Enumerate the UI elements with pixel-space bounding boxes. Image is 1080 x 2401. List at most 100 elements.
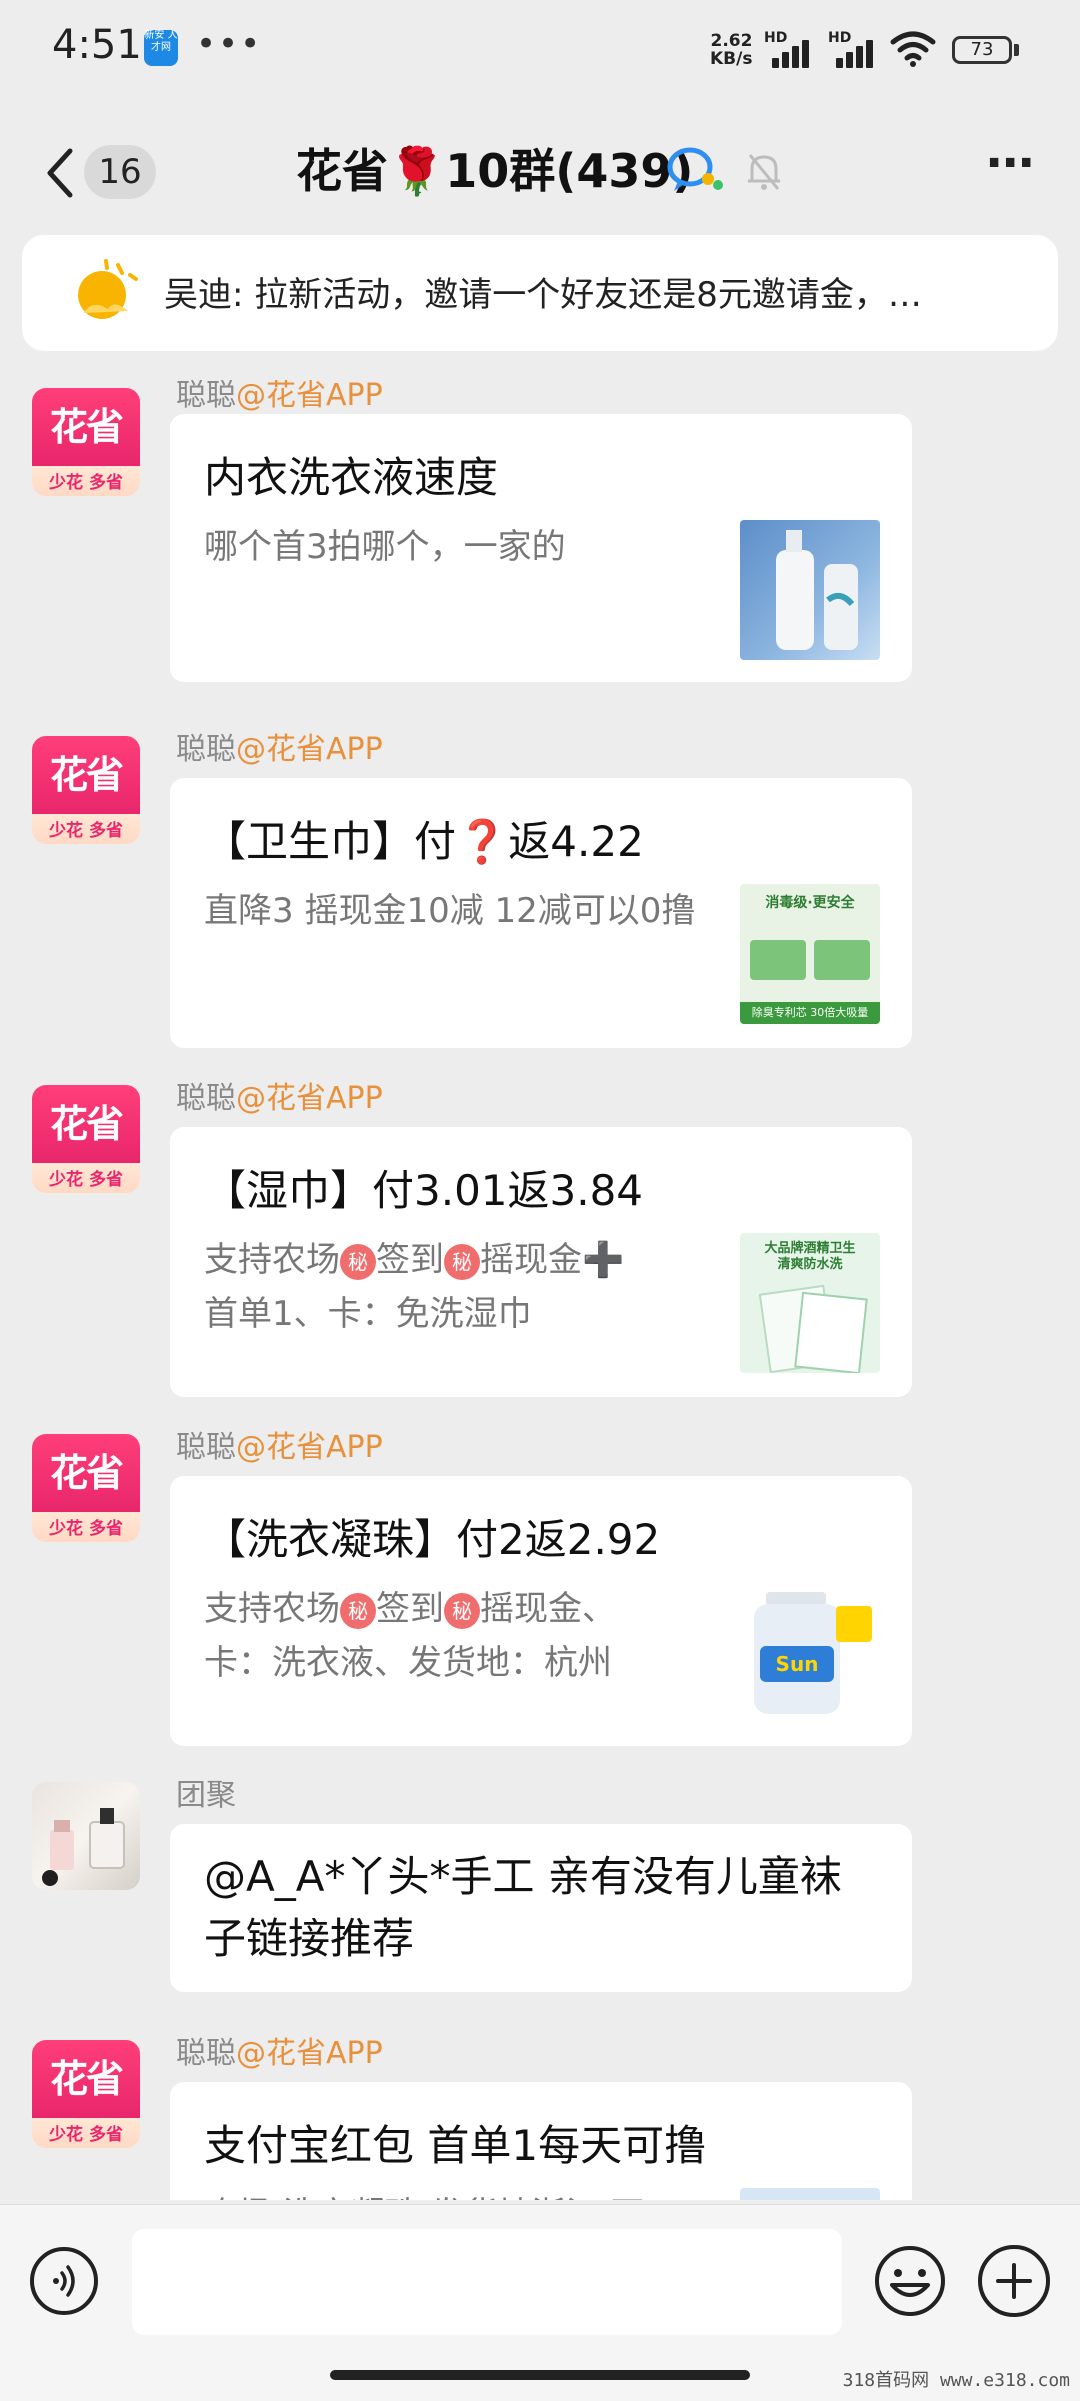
avatar-tagline: 少花 多省 <box>49 1170 123 1190</box>
card-title: 【洗衣凝珠】付2返2.92 <box>204 1515 661 1564</box>
product-image[interactable]: 消毒级·更安全 除臭专利芯 30倍大吸量 <box>740 884 880 1024</box>
voice-input-button[interactable] <box>30 2247 98 2315</box>
wifi-icon <box>890 31 936 67</box>
sender-at-mention: @花省APP <box>236 1430 383 1465</box>
pad-pack-right <box>814 940 870 980</box>
avatar-logo: 花省 <box>49 1102 124 1146</box>
sender-avatar[interactable]: 花省 少花 多省 <box>32 1085 140 1193</box>
battery-icon: 73 <box>952 36 1012 64</box>
jug-promo-tag <box>836 1606 872 1642</box>
card-description: 农场 洗衣凝珠 发货地浙江 不 <box>204 2188 704 2200</box>
secret-icon: 秘 <box>340 1593 376 1629</box>
mute-bell-icon[interactable] <box>744 149 784 193</box>
sender-name: 聪聪@花省APP <box>176 2028 383 2072</box>
sender-at-mention: @花省APP <box>236 732 383 767</box>
pad-pack-left <box>750 940 806 980</box>
desc-segment: 支持农场 <box>204 1589 340 1629</box>
avatar-tagline: 少花 多省 <box>49 1519 123 1539</box>
chat-header: 16 花省🌹10群(439) ⋯ <box>0 105 1080 235</box>
desc-segment: 摇现金➕ <box>480 1240 625 1280</box>
sender-nickname: 聪聪 <box>176 1081 236 1116</box>
card-title: 【卫生巾】付❓返4.22 <box>204 817 644 866</box>
plus-icon <box>996 2263 1032 2299</box>
avatar-tagline: 少花 多省 <box>49 821 123 841</box>
announcement-text: 吴迪: 拉新活动，邀请一个好友还是8元邀请金，… <box>164 275 922 315</box>
sender-avatar[interactable]: 花省 少花 多省 <box>32 388 140 496</box>
card-description: 支持农场秘签到秘摇现金➕ 首单1、卡：免洗湿巾 <box>204 1233 704 1341</box>
network-speed-value: 2.62 <box>710 31 753 51</box>
product-image[interactable] <box>740 2188 880 2200</box>
desc-segment: 签到 <box>376 1240 444 1280</box>
sender-nickname: 聪聪 <box>176 732 236 767</box>
voice-wave-icon <box>53 2265 75 2297</box>
product-image[interactable] <box>740 520 880 660</box>
sender-name: 聪聪@花省APP <box>176 724 383 768</box>
card-title: 【湿巾】付3.01返3.84 <box>204 1166 644 1215</box>
product-image[interactable]: 大品牌酒精卫生 清爽防水洗 <box>740 1233 880 1373</box>
home-indicator[interactable] <box>330 2370 750 2380</box>
avatar-logo: 花省 <box>49 405 124 449</box>
unread-count-badge[interactable]: 16 <box>84 145 156 199</box>
card-title: 支付宝红包 首单1每天可撸 <box>204 2121 707 2170</box>
status-time: 4:51 <box>52 22 142 68</box>
sender-name: 团聚 <box>176 1778 236 1813</box>
sender-at-mention: @花省APP <box>236 380 383 413</box>
detergent-bottle-icon <box>776 530 858 650</box>
sender-avatar[interactable] <box>32 1782 140 1890</box>
product-card[interactable]: 【湿巾】付3.01返3.84 支持农场秘签到秘摇现金➕ 首单1、卡：免洗湿巾 大… <box>170 1127 912 1397</box>
text-message-bubble[interactable]: @A_A*丫头*手工 亲有没有儿童袜子链接推荐 <box>170 1824 912 1992</box>
jug-label: Sun <box>760 1646 834 1682</box>
sender-avatar[interactable]: 花省 少花 多省 <box>32 1434 140 1542</box>
desc-segment: 签到 <box>376 1589 444 1629</box>
add-attachment-button[interactable] <box>978 2245 1050 2317</box>
product-card[interactable]: 支付宝红包 首单1每天可撸 农场 洗衣凝珠 发货地浙江 不 <box>170 2082 912 2200</box>
desc-segment: 摇现金、 <box>480 1589 616 1629</box>
desc-segment: 支持农场 <box>204 1240 340 1280</box>
image-caption-top: 消毒级·更安全 <box>765 895 855 911</box>
desc-segment: 首单1、卡：免洗湿巾 <box>204 1294 532 1334</box>
app-notification-icon: 新安 人才网 <box>144 30 178 66</box>
sender-nickname: 聪聪 <box>176 380 236 413</box>
signal-strength-icon-2 <box>836 34 880 68</box>
image-caption-top: 大品牌酒精卫生 清爽防水洗 <box>764 1241 856 1272</box>
card-description: 直降3 摇现金10减 12减可以0撸 <box>204 891 696 931</box>
sender-nickname: 聪聪 <box>176 2036 236 2071</box>
avatar-logo: 花省 <box>49 753 124 797</box>
card-title: 内衣洗衣液速度 <box>204 453 499 502</box>
image-caption-bottom: 除臭专利芯 30倍大吸量 <box>740 1002 880 1024</box>
avatar-tagline: 少花 多省 <box>49 473 123 493</box>
back-chevron-icon[interactable] <box>40 145 80 201</box>
desc-segment: 卡：洗衣液、发货地：杭州 <box>204 1643 612 1683</box>
product-card[interactable]: 【洗衣凝珠】付2返2.92 支持农场秘签到秘摇现金、 卡：洗衣液、发货地：杭州 … <box>170 1476 912 1746</box>
sender-name: 聪聪@花省APP <box>176 380 383 414</box>
sender-nickname: 聪聪 <box>176 1430 236 1465</box>
product-card[interactable]: 内衣洗衣液速度 哪个首3拍哪个，一家的 <box>170 414 912 682</box>
network-speed-unit: KB/s <box>710 49 753 69</box>
sender-avatar[interactable]: 花省 少花 多省 <box>32 736 140 844</box>
wipe-pack-front <box>794 1291 868 1373</box>
message-list[interactable]: 花省 少花 多省 聪聪@花省APP 内衣洗衣液速度 哪个首3拍哪个，一家的 花省… <box>0 380 1080 2200</box>
card-description: 支持农场秘签到秘摇现金、 卡：洗衣液、发货地：杭州 <box>204 1582 704 1690</box>
emoji-button[interactable] <box>872 2243 948 2319</box>
more-options-button[interactable]: ⋯ <box>980 139 1040 195</box>
message-input[interactable] <box>132 2229 842 2335</box>
chat-title[interactable]: 花省🌹10群(439) <box>296 135 693 201</box>
perfume-bottle-icon <box>42 1808 125 1886</box>
avatar-logo: 花省 <box>49 2057 124 2101</box>
watermark: 318首码网 www.e318.com <box>842 2370 1070 2391</box>
avatar-tagline: 少花 多省 <box>49 2125 123 2145</box>
secret-icon: 秘 <box>444 1593 480 1629</box>
product-image[interactable]: Sun <box>740 1582 880 1722</box>
battery-tip <box>1014 44 1019 56</box>
secret-icon: 秘 <box>444 1244 480 1280</box>
sun-cloud-icon <box>78 259 138 319</box>
product-card[interactable]: 【卫生巾】付❓返4.22 直降3 摇现金10减 12减可以0撸 消毒级·更安全 … <box>170 778 912 1048</box>
sender-avatar[interactable]: 花省 少花 多省 <box>32 2040 140 2148</box>
pinned-announcement[interactable]: 吴迪: 拉新活动，邀请一个好友还是8元邀请金，… <box>22 235 1058 351</box>
status-bar: 4:51 新安 人才网 ••• 2.62 KB/s HD HD 73 <box>0 0 1080 105</box>
card-description: 哪个首3拍哪个，一家的 <box>204 527 566 567</box>
network-speed: 2.62 KB/s <box>710 32 752 68</box>
sender-name: 聪聪@花省APP <box>176 1422 383 1466</box>
group-chat-icon[interactable] <box>666 145 726 197</box>
sender-name: 聪聪@花省APP <box>176 1073 383 1117</box>
